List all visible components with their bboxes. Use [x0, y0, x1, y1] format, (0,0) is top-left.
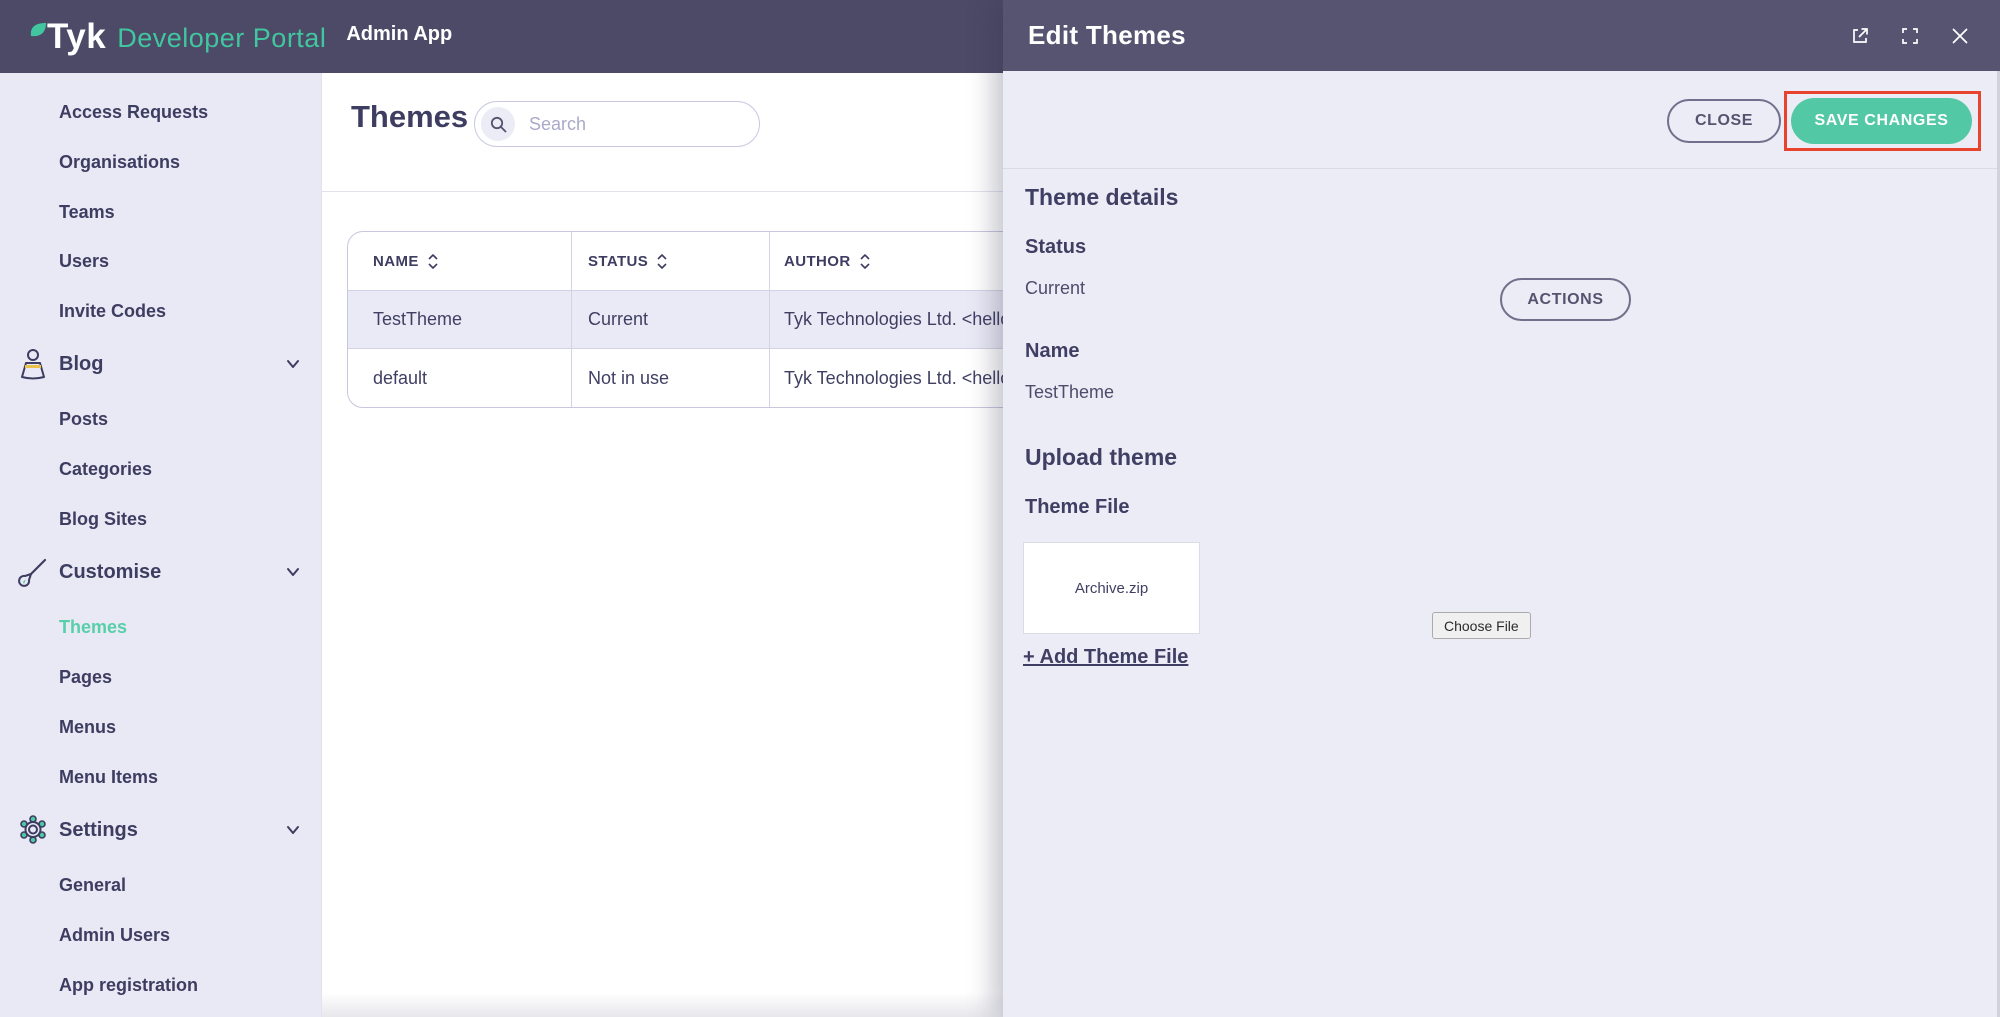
sidebar-group-customise[interactable]: Customise [0, 558, 322, 589]
theme-file-label: Theme File [1025, 496, 1130, 518]
drawer-title: Edit Themes [1028, 20, 1186, 50]
sidebar: Access Requests Organisations Teams User… [0, 73, 322, 1017]
sort-icon [657, 253, 667, 269]
status-value: Current [1025, 278, 1086, 298]
chevron-down-icon [287, 360, 299, 368]
name-label: Name [1025, 340, 1080, 362]
theme-details-heading: Theme details [1025, 184, 1179, 210]
search-bar[interactable] [474, 101, 760, 147]
status-label: Status [1025, 236, 1087, 258]
sidebar-item-categories[interactable]: Categories [0, 459, 322, 487]
close-icon[interactable] [1950, 26, 1970, 46]
table-row[interactable]: default Not in use Tyk Technologies Ltd.… [348, 349, 1003, 407]
sidebar-item-app-registration[interactable]: App registration [0, 975, 322, 1003]
theme-file-card[interactable]: Archive.zip [1023, 542, 1200, 634]
column-header-name[interactable]: NAME [348, 232, 572, 290]
chevron-down-icon [287, 826, 299, 834]
column-header-author[interactable]: AUTHOR [770, 232, 1003, 290]
sidebar-item-admin-users[interactable]: Admin Users [0, 925, 322, 953]
sidebar-item-menu-items[interactable]: Menu Items [0, 767, 322, 795]
expand-icon[interactable] [1900, 26, 1920, 46]
column-header-status[interactable]: STATUS [572, 232, 770, 290]
sidebar-item-teams[interactable]: Teams [0, 202, 322, 230]
external-link-icon[interactable] [1850, 26, 1870, 46]
app-label: Admin App [346, 23, 453, 45]
sort-icon [428, 253, 438, 269]
sidebar-item-posts[interactable]: Posts [0, 409, 322, 437]
logo-text: Tyk [47, 17, 107, 56]
search-icon [481, 107, 515, 141]
themes-table: NAME STATUS AUTHOR TestTheme Current Tyk… [347, 231, 1003, 408]
sidebar-item-themes[interactable]: Themes [0, 617, 322, 645]
choose-file-button[interactable]: Choose File [1432, 612, 1531, 639]
drawer-header: Edit Themes [1003, 0, 2000, 71]
sidebar-group-blog[interactable]: Blog [0, 349, 322, 381]
save-changes-button[interactable]: SAVE CHANGES [1791, 98, 1972, 144]
sidebar-item-invite-codes[interactable]: Invite Codes [0, 301, 322, 329]
sidebar-group-settings[interactable]: Settings [0, 815, 322, 847]
tyk-logo: Tyk Developer Portal Admin App [30, 19, 452, 54]
table-header-row: NAME STATUS AUTHOR [348, 232, 1003, 291]
main-content: Themes NAME STATUS AUTHOR [322, 73, 1003, 1017]
sort-icon [859, 253, 870, 269]
file-name: Archive.zip [1074, 579, 1149, 597]
settings-icon [20, 815, 46, 844]
sidebar-item-menus[interactable]: Menus [0, 717, 322, 745]
sidebar-item-blog-sites[interactable]: Blog Sites [0, 509, 322, 537]
sidebar-item-pages[interactable]: Pages [0, 667, 322, 695]
sidebar-item-organisations[interactable]: Organisations [0, 152, 322, 180]
scroll-shadow [322, 993, 1003, 1017]
add-theme-file-link[interactable]: + Add Theme File [1023, 646, 1188, 669]
blog-icon [21, 349, 45, 380]
tyk-leaf-icon [30, 23, 46, 37]
chevron-down-icon [287, 568, 299, 576]
customise-icon [18, 558, 47, 587]
upload-theme-heading: Upload theme [1025, 444, 1178, 470]
header-divider [322, 191, 1003, 192]
name-value: TestTheme [1025, 382, 1115, 402]
close-button[interactable]: CLOSE [1667, 99, 1781, 143]
sidebar-item-general[interactable]: General [0, 875, 322, 903]
actions-button[interactable]: ACTIONS [1500, 278, 1631, 321]
product-name: Developer Portal [117, 23, 327, 53]
sidebar-item-access-requests[interactable]: Access Requests [0, 102, 322, 130]
table-row[interactable]: TestTheme Current Tyk Technologies Ltd. … [348, 291, 1003, 349]
search-input[interactable] [529, 113, 729, 135]
toolbar-divider [1003, 168, 2000, 169]
page-title: Themes [351, 99, 469, 134]
sidebar-item-users[interactable]: Users [0, 251, 322, 279]
edit-themes-drawer: Edit Themes CLOSE SAVE CHANGES Theme det… [1003, 0, 2000, 1017]
